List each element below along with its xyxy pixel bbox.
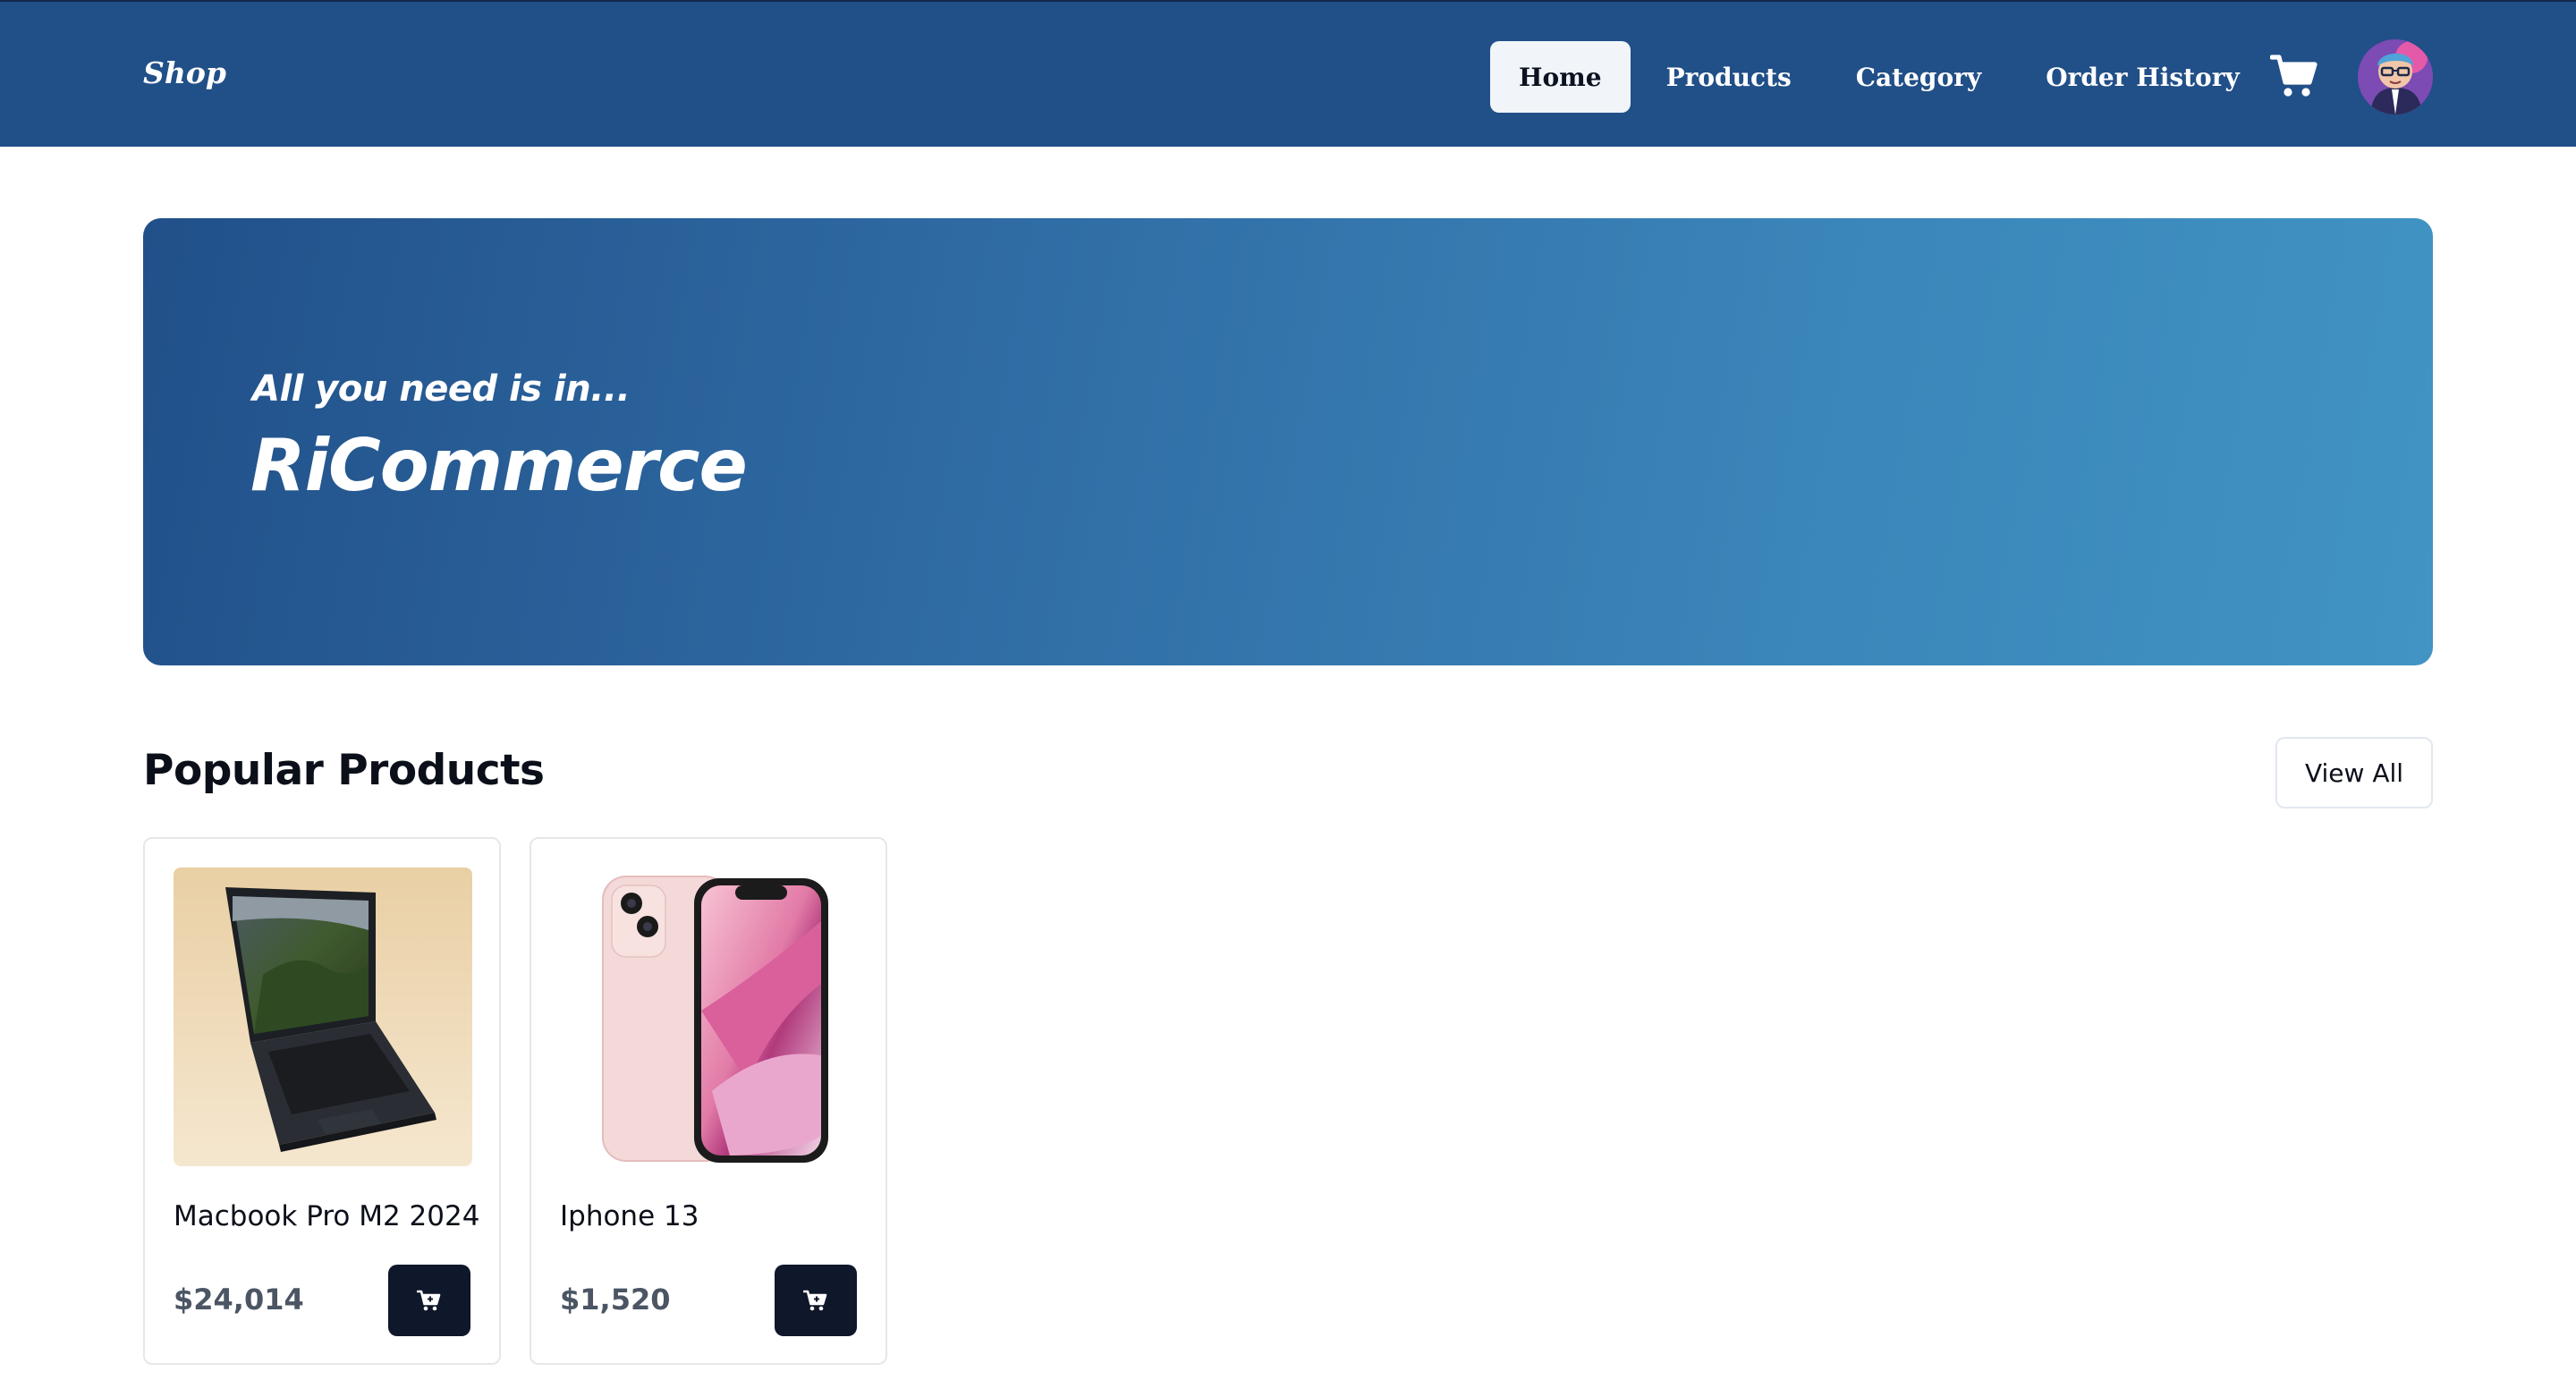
nav-item-category[interactable]: Category [1827, 41, 2010, 113]
hero-banner: All you need is in... RiCommerce [143, 218, 2433, 665]
cart-plus-icon [417, 1290, 441, 1311]
top-navbar: Shop Home Products Category Order Histor… [0, 0, 2576, 147]
product-price: $1,520 [560, 1283, 671, 1317]
product-name[interactable]: Iphone 13 [560, 1200, 699, 1232]
product-price: $24,014 [174, 1283, 304, 1317]
product-card[interactable]: Iphone 13 $1,520 [530, 837, 887, 1365]
cart-plus-icon [803, 1290, 827, 1311]
hero-subtitle: All you need is in... [252, 368, 631, 410]
nav-item-order-history[interactable]: Order History [2017, 41, 2268, 113]
section-title: Popular Products [143, 746, 545, 795]
product-name[interactable]: Macbook Pro M2 2024 [174, 1200, 479, 1232]
laptop-photo[interactable] [174, 868, 472, 1166]
nav-item-home[interactable]: Home [1490, 41, 1631, 113]
hero-title: RiCommerce [250, 424, 748, 507]
product-card[interactable]: Macbook Pro M2 2024 $24,014 [143, 837, 501, 1365]
user-avatar[interactable] [2358, 39, 2433, 114]
view-all-button[interactable]: View All [2275, 737, 2433, 809]
shopping-cart-icon[interactable] [2269, 54, 2320, 100]
add-to-cart-button[interactable] [388, 1265, 470, 1336]
nav-item-products[interactable]: Products [1638, 41, 1820, 113]
brand-logo[interactable]: Shop [143, 55, 226, 90]
main-nav: Home Products Category Order History [1490, 41, 2268, 113]
add-to-cart-button[interactable] [775, 1265, 857, 1336]
phone-photo[interactable] [560, 868, 859, 1166]
